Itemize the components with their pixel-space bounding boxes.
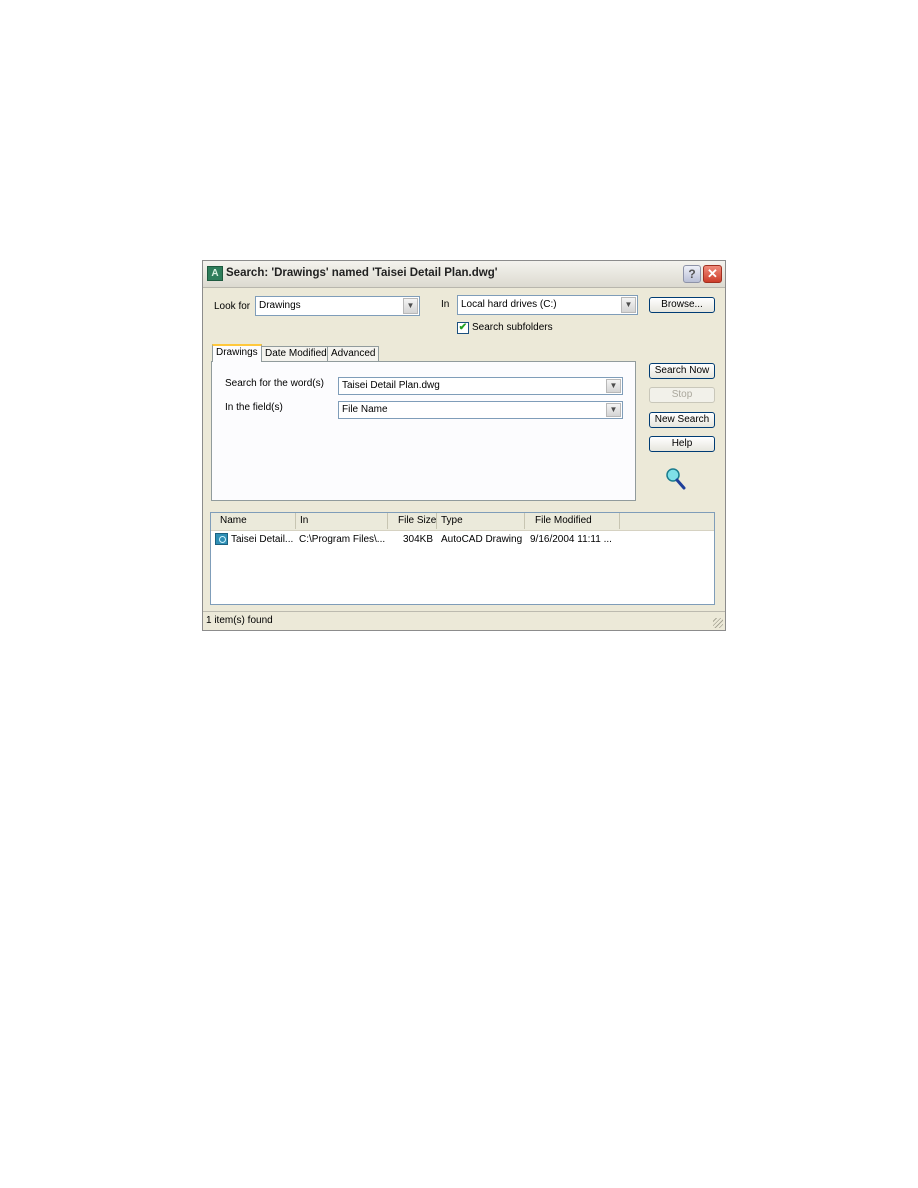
results-list[interactable]: Name In File Size Type File Modified Tai… (210, 512, 715, 605)
search-subfolders-label: Search subfolders (472, 322, 553, 333)
chevron-down-icon[interactable]: ▼ (621, 297, 636, 313)
status-bar: 1 item(s) found (203, 611, 725, 630)
search-subfolders-checkbox[interactable]: ✔ (457, 322, 469, 334)
dwg-file-icon (215, 533, 228, 545)
search-dialog: A Search: 'Drawings' named 'Taisei Detai… (202, 260, 726, 631)
cell-in: C:\Program Files\... (299, 534, 386, 545)
cell-modified: 9/16/2004 11:11 ... (530, 534, 612, 545)
column-header-type[interactable]: Type (437, 513, 525, 529)
in-dropdown[interactable]: Local hard drives (C:) ▼ (457, 295, 638, 315)
browse-button[interactable]: Browse... (649, 297, 715, 313)
column-header-size[interactable]: File Size (388, 513, 437, 529)
cell-size: 304KB (403, 534, 434, 545)
chevron-down-icon[interactable]: ▼ (606, 403, 621, 417)
tab-drawings[interactable]: Drawings (212, 344, 262, 362)
column-header-name[interactable]: Name (211, 513, 296, 529)
in-label: In (441, 299, 450, 310)
search-now-button[interactable]: Search Now (649, 363, 715, 379)
cell-type: AutoCAD Drawing (441, 534, 523, 545)
title-bar[interactable]: A Search: 'Drawings' named 'Taisei Detai… (203, 261, 725, 288)
tab-date-modified[interactable]: Date Modified (261, 346, 331, 362)
chevron-down-icon[interactable]: ▼ (606, 379, 621, 393)
help-button[interactable]: Help (649, 436, 715, 452)
cell-name: Taisei Detail... (231, 534, 294, 545)
results-header: Name In File Size Type File Modified (211, 513, 714, 531)
chevron-down-icon[interactable]: ▼ (403, 298, 418, 314)
search-words-label: Search for the word(s) (225, 378, 324, 389)
drawings-tab-panel: Search for the word(s) Taisei Detail Pla… (211, 361, 636, 501)
new-search-button[interactable]: New Search (649, 412, 715, 428)
look-for-label: Look for (214, 301, 251, 312)
in-fields-label: In the field(s) (225, 402, 283, 413)
magnifier-icon (666, 468, 686, 490)
column-header-in[interactable]: In (296, 513, 388, 529)
search-words-value: Taisei Detail Plan.dwg (342, 380, 440, 391)
tab-advanced[interactable]: Advanced (327, 346, 380, 362)
in-fields-value: File Name (342, 404, 388, 415)
status-text: 1 item(s) found (206, 615, 273, 626)
dialog-title: Search: 'Drawings' named 'Taisei Detail … (226, 267, 498, 279)
look-for-dropdown[interactable]: Drawings ▼ (255, 296, 420, 316)
look-for-value: Drawings (259, 300, 301, 311)
stop-button[interactable]: Stop (649, 387, 715, 403)
help-title-button[interactable]: ? (683, 265, 701, 283)
close-button[interactable]: ✕ (703, 265, 722, 283)
in-value: Local hard drives (C:) (461, 299, 557, 310)
search-words-input[interactable]: Taisei Detail Plan.dwg ▼ (338, 377, 623, 395)
resize-grip[interactable] (713, 618, 723, 628)
autocad-icon: A (207, 266, 223, 281)
column-header-modified[interactable]: File Modified (525, 513, 620, 529)
in-fields-dropdown[interactable]: File Name ▼ (338, 401, 623, 419)
